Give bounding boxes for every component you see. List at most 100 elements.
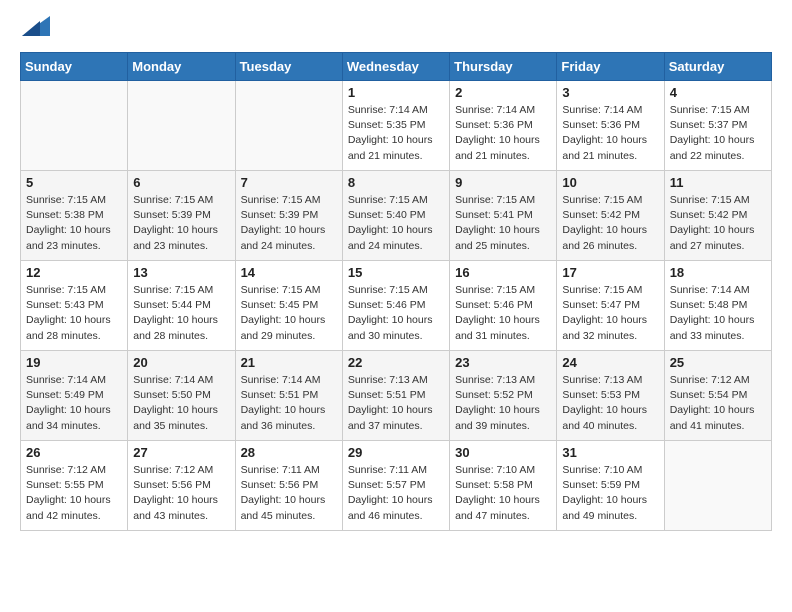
- day-info: Sunrise: 7:10 AM Sunset: 5:59 PM Dayligh…: [562, 463, 658, 524]
- day-number: 27: [133, 445, 229, 460]
- day-number: 25: [670, 355, 766, 370]
- calendar-table: SundayMondayTuesdayWednesdayThursdayFrid…: [20, 52, 772, 531]
- day-info: Sunrise: 7:12 AM Sunset: 5:56 PM Dayligh…: [133, 463, 229, 524]
- day-info: Sunrise: 7:15 AM Sunset: 5:40 PM Dayligh…: [348, 193, 444, 254]
- calendar-cell: 10Sunrise: 7:15 AM Sunset: 5:42 PM Dayli…: [557, 171, 664, 261]
- day-number: 14: [241, 265, 337, 280]
- day-number: 21: [241, 355, 337, 370]
- day-info: Sunrise: 7:14 AM Sunset: 5:51 PM Dayligh…: [241, 373, 337, 434]
- calendar-cell: [664, 441, 771, 531]
- day-info: Sunrise: 7:15 AM Sunset: 5:46 PM Dayligh…: [348, 283, 444, 344]
- calendar-cell: 22 Sunrise: 7:13 AM Sunset: 5:51 PM Dayli…: [342, 351, 449, 441]
- day-number: 8: [348, 175, 444, 190]
- weekday-header: Tuesday: [235, 53, 342, 81]
- calendar-cell: 20 Sunrise: 7:14 AM Sunset: 5:50 PM Dayli…: [128, 351, 235, 441]
- calendar-header-row: SundayMondayTuesdayWednesdayThursdayFrid…: [21, 53, 772, 81]
- day-info: Sunrise: 7:10 AM Sunset: 5:58 PM Dayligh…: [455, 463, 551, 524]
- day-info: Sunrise: 7:15 AM Sunset: 5:39 PM Dayligh…: [241, 193, 337, 254]
- calendar-cell: 5 Sunrise: 7:15 AM Sunset: 5:38 PM Daylig…: [21, 171, 128, 261]
- weekday-header: Sunday: [21, 53, 128, 81]
- weekday-header: Thursday: [450, 53, 557, 81]
- calendar-cell: 6Sunrise: 7:15 AM Sunset: 5:39 PM Daylig…: [128, 171, 235, 261]
- calendar-cell: 23Sunrise: 7:13 AM Sunset: 5:52 PM Dayli…: [450, 351, 557, 441]
- calendar-cell: 12 Sunrise: 7:15 AM Sunset: 5:43 PM Dayli…: [21, 261, 128, 351]
- calendar-cell: 27 Sunrise: 7:12 AM Sunset: 5:56 PM Dayli…: [128, 441, 235, 531]
- day-number: 24: [562, 355, 658, 370]
- calendar-cell: [21, 81, 128, 171]
- day-info: Sunrise: 7:14 AM Sunset: 5:50 PM Dayligh…: [133, 373, 229, 434]
- day-info: Sunrise: 7:15 AM Sunset: 5:37 PM Dayligh…: [670, 103, 766, 164]
- day-info: Sunrise: 7:14 AM Sunset: 5:36 PM Dayligh…: [455, 103, 551, 164]
- day-number: 1: [348, 85, 444, 100]
- day-info: Sunrise: 7:15 AM Sunset: 5:39 PM Dayligh…: [133, 193, 229, 254]
- calendar-week-row: 26 Sunrise: 7:12 AM Sunset: 5:55 PM Dayli…: [21, 441, 772, 531]
- calendar-cell: [235, 81, 342, 171]
- day-info: Sunrise: 7:14 AM Sunset: 5:35 PM Dayligh…: [348, 103, 444, 164]
- day-info: Sunrise: 7:15 AM Sunset: 5:46 PM Dayligh…: [455, 283, 551, 344]
- day-info: Sunrise: 7:15 AM Sunset: 5:45 PM Dayligh…: [241, 283, 337, 344]
- day-info: Sunrise: 7:15 AM Sunset: 5:47 PM Dayligh…: [562, 283, 658, 344]
- day-info: Sunrise: 7:12 AM Sunset: 5:54 PM Dayligh…: [670, 373, 766, 434]
- day-info: Sunrise: 7:11 AM Sunset: 5:57 PM Dayligh…: [348, 463, 444, 524]
- day-info: Sunrise: 7:11 AM Sunset: 5:56 PM Dayligh…: [241, 463, 337, 524]
- calendar-cell: 31 Sunrise: 7:10 AM Sunset: 5:59 PM Dayli…: [557, 441, 664, 531]
- day-number: 12: [26, 265, 122, 280]
- day-number: 2: [455, 85, 551, 100]
- calendar-cell: 21 Sunrise: 7:14 AM Sunset: 5:51 PM Dayli…: [235, 351, 342, 441]
- day-number: 13: [133, 265, 229, 280]
- day-number: 11: [670, 175, 766, 190]
- day-number: 9: [455, 175, 551, 190]
- calendar-cell: 19 Sunrise: 7:14 AM Sunset: 5:49 PM Dayli…: [21, 351, 128, 441]
- calendar-cell: 11 Sunrise: 7:15 AM Sunset: 5:42 PM Dayli…: [664, 171, 771, 261]
- calendar-cell: 25 Sunrise: 7:12 AM Sunset: 5:54 PM Dayli…: [664, 351, 771, 441]
- logo-icon: [22, 16, 50, 36]
- calendar-cell: 9Sunrise: 7:15 AM Sunset: 5:41 PM Daylig…: [450, 171, 557, 261]
- calendar-cell: 15Sunrise: 7:15 AM Sunset: 5:46 PM Dayli…: [342, 261, 449, 351]
- day-info: Sunrise: 7:15 AM Sunset: 5:43 PM Dayligh…: [26, 283, 122, 344]
- day-info: Sunrise: 7:15 AM Sunset: 5:42 PM Dayligh…: [670, 193, 766, 254]
- day-number: 22: [348, 355, 444, 370]
- day-number: 29: [348, 445, 444, 460]
- day-info: Sunrise: 7:15 AM Sunset: 5:38 PM Dayligh…: [26, 193, 122, 254]
- calendar-week-row: 1 Sunrise: 7:14 AM Sunset: 5:35 PM Daylig…: [21, 81, 772, 171]
- day-number: 17: [562, 265, 658, 280]
- day-number: 4: [670, 85, 766, 100]
- calendar-cell: 8 Sunrise: 7:15 AM Sunset: 5:40 PM Daylig…: [342, 171, 449, 261]
- day-info: Sunrise: 7:13 AM Sunset: 5:53 PM Dayligh…: [562, 373, 658, 434]
- weekday-header: Saturday: [664, 53, 771, 81]
- day-number: 20: [133, 355, 229, 370]
- day-info: Sunrise: 7:14 AM Sunset: 5:48 PM Dayligh…: [670, 283, 766, 344]
- calendar-cell: 7 Sunrise: 7:15 AM Sunset: 5:39 PM Daylig…: [235, 171, 342, 261]
- day-info: Sunrise: 7:14 AM Sunset: 5:49 PM Dayligh…: [26, 373, 122, 434]
- day-info: Sunrise: 7:15 AM Sunset: 5:44 PM Dayligh…: [133, 283, 229, 344]
- calendar-cell: 16 Sunrise: 7:15 AM Sunset: 5:46 PM Dayli…: [450, 261, 557, 351]
- day-number: 18: [670, 265, 766, 280]
- day-info: Sunrise: 7:12 AM Sunset: 5:55 PM Dayligh…: [26, 463, 122, 524]
- day-info: Sunrise: 7:13 AM Sunset: 5:51 PM Dayligh…: [348, 373, 444, 434]
- calendar-cell: 26 Sunrise: 7:12 AM Sunset: 5:55 PM Dayli…: [21, 441, 128, 531]
- weekday-header: Monday: [128, 53, 235, 81]
- calendar-cell: 1 Sunrise: 7:14 AM Sunset: 5:35 PM Daylig…: [342, 81, 449, 171]
- calendar-cell: 28 Sunrise: 7:11 AM Sunset: 5:56 PM Dayli…: [235, 441, 342, 531]
- day-number: 7: [241, 175, 337, 190]
- day-number: 19: [26, 355, 122, 370]
- calendar-week-row: 12 Sunrise: 7:15 AM Sunset: 5:43 PM Dayli…: [21, 261, 772, 351]
- weekday-header: Wednesday: [342, 53, 449, 81]
- calendar-cell: 17 Sunrise: 7:15 AM Sunset: 5:47 PM Dayli…: [557, 261, 664, 351]
- calendar-cell: 14 Sunrise: 7:15 AM Sunset: 5:45 PM Dayli…: [235, 261, 342, 351]
- day-number: 5: [26, 175, 122, 190]
- day-info: Sunrise: 7:14 AM Sunset: 5:36 PM Dayligh…: [562, 103, 658, 164]
- calendar-cell: 24 Sunrise: 7:13 AM Sunset: 5:53 PM Dayli…: [557, 351, 664, 441]
- calendar-week-row: 5 Sunrise: 7:15 AM Sunset: 5:38 PM Daylig…: [21, 171, 772, 261]
- calendar-week-row: 19 Sunrise: 7:14 AM Sunset: 5:49 PM Dayli…: [21, 351, 772, 441]
- calendar-cell: 13 Sunrise: 7:15 AM Sunset: 5:44 PM Dayli…: [128, 261, 235, 351]
- day-number: 31: [562, 445, 658, 460]
- weekday-header: Friday: [557, 53, 664, 81]
- day-number: 16: [455, 265, 551, 280]
- page-header: [20, 20, 772, 36]
- day-info: Sunrise: 7:15 AM Sunset: 5:42 PM Dayligh…: [562, 193, 658, 254]
- day-number: 26: [26, 445, 122, 460]
- logo: [20, 20, 50, 36]
- day-number: 28: [241, 445, 337, 460]
- calendar-cell: 4 Sunrise: 7:15 AM Sunset: 5:37 PM Daylig…: [664, 81, 771, 171]
